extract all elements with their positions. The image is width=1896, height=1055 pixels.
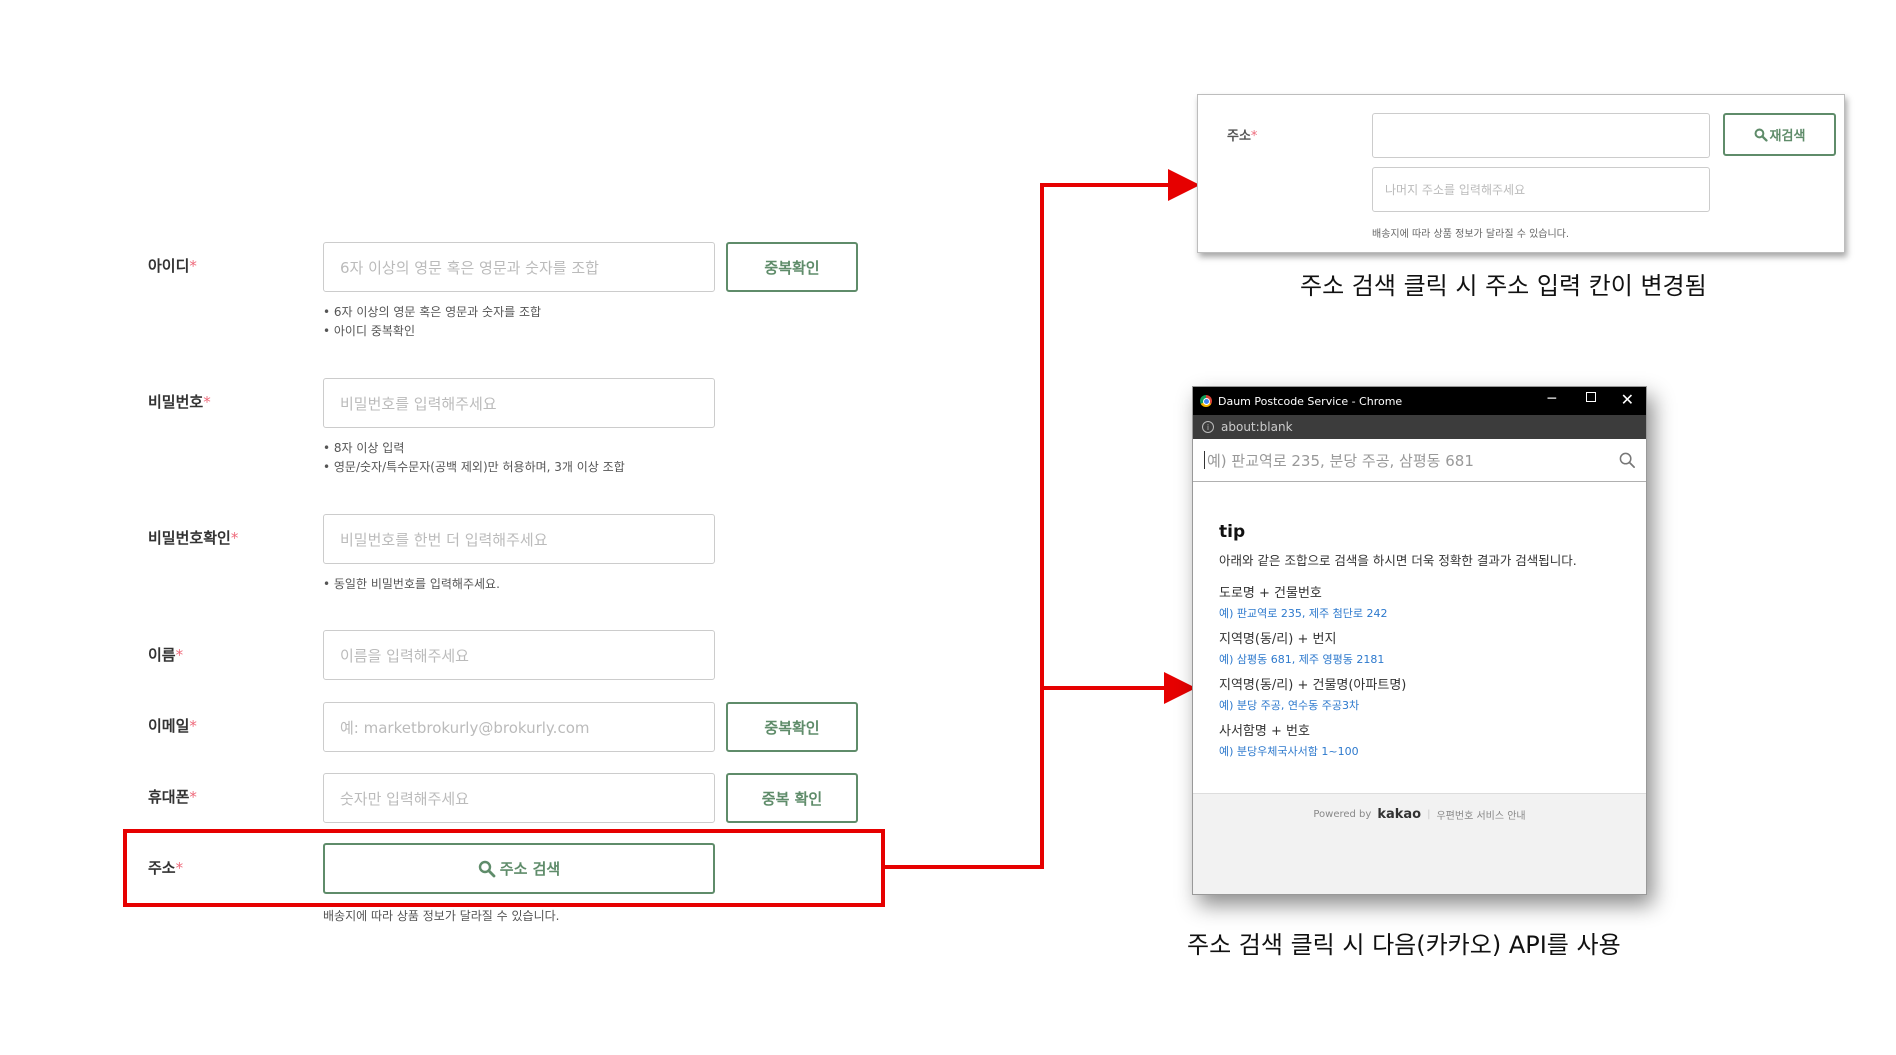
service-info-link[interactable]: 우편번호 서비스 안내 — [1436, 807, 1525, 822]
footer-divider: | — [1427, 809, 1431, 820]
close-icon[interactable]: ✕ — [1621, 390, 1634, 409]
popup-url-bar: i about:blank — [1193, 415, 1646, 439]
tip-item: 지역명(동/리) + 번지 예) 삼평동 681, 제주 영평동 2181 — [1219, 628, 1406, 674]
tip-item: 지역명(동/리) + 건물명(아파트명) 예) 분당 주공, 연수동 주공3차 — [1219, 674, 1406, 720]
tip-item-title: 지역명(동/리) + 번지 — [1219, 632, 1337, 647]
tip-item-title: 지역명(동/리) + 건물명(아파트명) — [1219, 678, 1407, 693]
chrome-icon — [1200, 395, 1212, 407]
detail-address-input[interactable]: 나머지 주소를 입력해주세요 — [1372, 167, 1710, 212]
address-research-panel: 주소* 재검색 나머지 주소를 입력해주세요 배송지에 따라 상품 정보가 달라… — [1197, 94, 1845, 253]
popup-title-bar: Daum Postcode Service - Chrome ─ ✕ — [1193, 387, 1646, 415]
tip-item-example: 예) 삼평동 681, 제주 영평동 2181 — [1219, 653, 1385, 666]
research-button[interactable]: 재검색 — [1723, 113, 1836, 156]
search-icon — [1754, 128, 1768, 142]
panel-caption: 주소 검색 클릭 시 주소 입력 칸이 변경됨 — [1300, 272, 1707, 300]
popup-footer: Powered by kakao | 우편번호 서비스 안내 — [1193, 793, 1646, 894]
tip-item: 사서함명 + 번호 예) 분당우체국사서함 1~100 — [1219, 720, 1406, 766]
postcode-search-bar: 예) 판교역로 235, 분당 주공, 삼평동 681 — [1193, 439, 1646, 482]
connector-path — [885, 169, 1200, 869]
tip-item-example: 예) 분당우체국사서함 1~100 — [1219, 745, 1359, 758]
popup-window-title: Daum Postcode Service - Chrome — [1218, 394, 1403, 408]
research-button-label: 재검색 — [1769, 129, 1806, 144]
panel-address-label: 주소* — [1227, 129, 1258, 144]
tip-list: 도로명 + 건물번호 예) 판교역로 235, 제주 첨단로 242 지역명(동… — [1219, 582, 1406, 766]
popup-caption: 주소 검색 클릭 시 다음(카카오) API를 사용 — [1187, 931, 1621, 959]
postcode-popup-window: Daum Postcode Service - Chrome ─ ✕ i abo… — [1192, 386, 1647, 895]
maximize-icon[interactable] — [1586, 392, 1596, 402]
kakao-logo: kakao — [1377, 807, 1422, 822]
postcode-search-input[interactable]: 예) 판교역로 235, 분당 주공, 삼평동 681 — [1207, 450, 1474, 471]
tip-item-example: 예) 분당 주공, 연수동 주공3차 — [1219, 699, 1360, 712]
tip-item-title: 도로명 + 건물번호 — [1219, 586, 1322, 601]
search-icon[interactable] — [1619, 452, 1636, 469]
panel-address-input[interactable] — [1372, 113, 1710, 158]
panel-address-note: 배송지에 따라 상품 정보가 달라질 수 있습니다. — [1372, 229, 1570, 240]
text-cursor — [1204, 451, 1205, 469]
powered-by-text: Powered by — [1313, 809, 1372, 820]
tip-description: 아래와 같은 조합으로 검색을 하시면 더욱 정확한 결과가 검색됩니다. — [1219, 553, 1577, 568]
minimize-icon[interactable]: ─ — [1548, 391, 1556, 407]
popup-url: about:blank — [1221, 420, 1293, 434]
tip-title: tip — [1219, 522, 1246, 542]
tip-item: 도로명 + 건물번호 예) 판교역로 235, 제주 첨단로 242 — [1219, 582, 1406, 628]
tip-item-title: 사서함명 + 번호 — [1219, 724, 1310, 739]
info-icon: i — [1202, 421, 1214, 433]
tip-item-example: 예) 판교역로 235, 제주 첨단로 242 — [1219, 607, 1388, 620]
